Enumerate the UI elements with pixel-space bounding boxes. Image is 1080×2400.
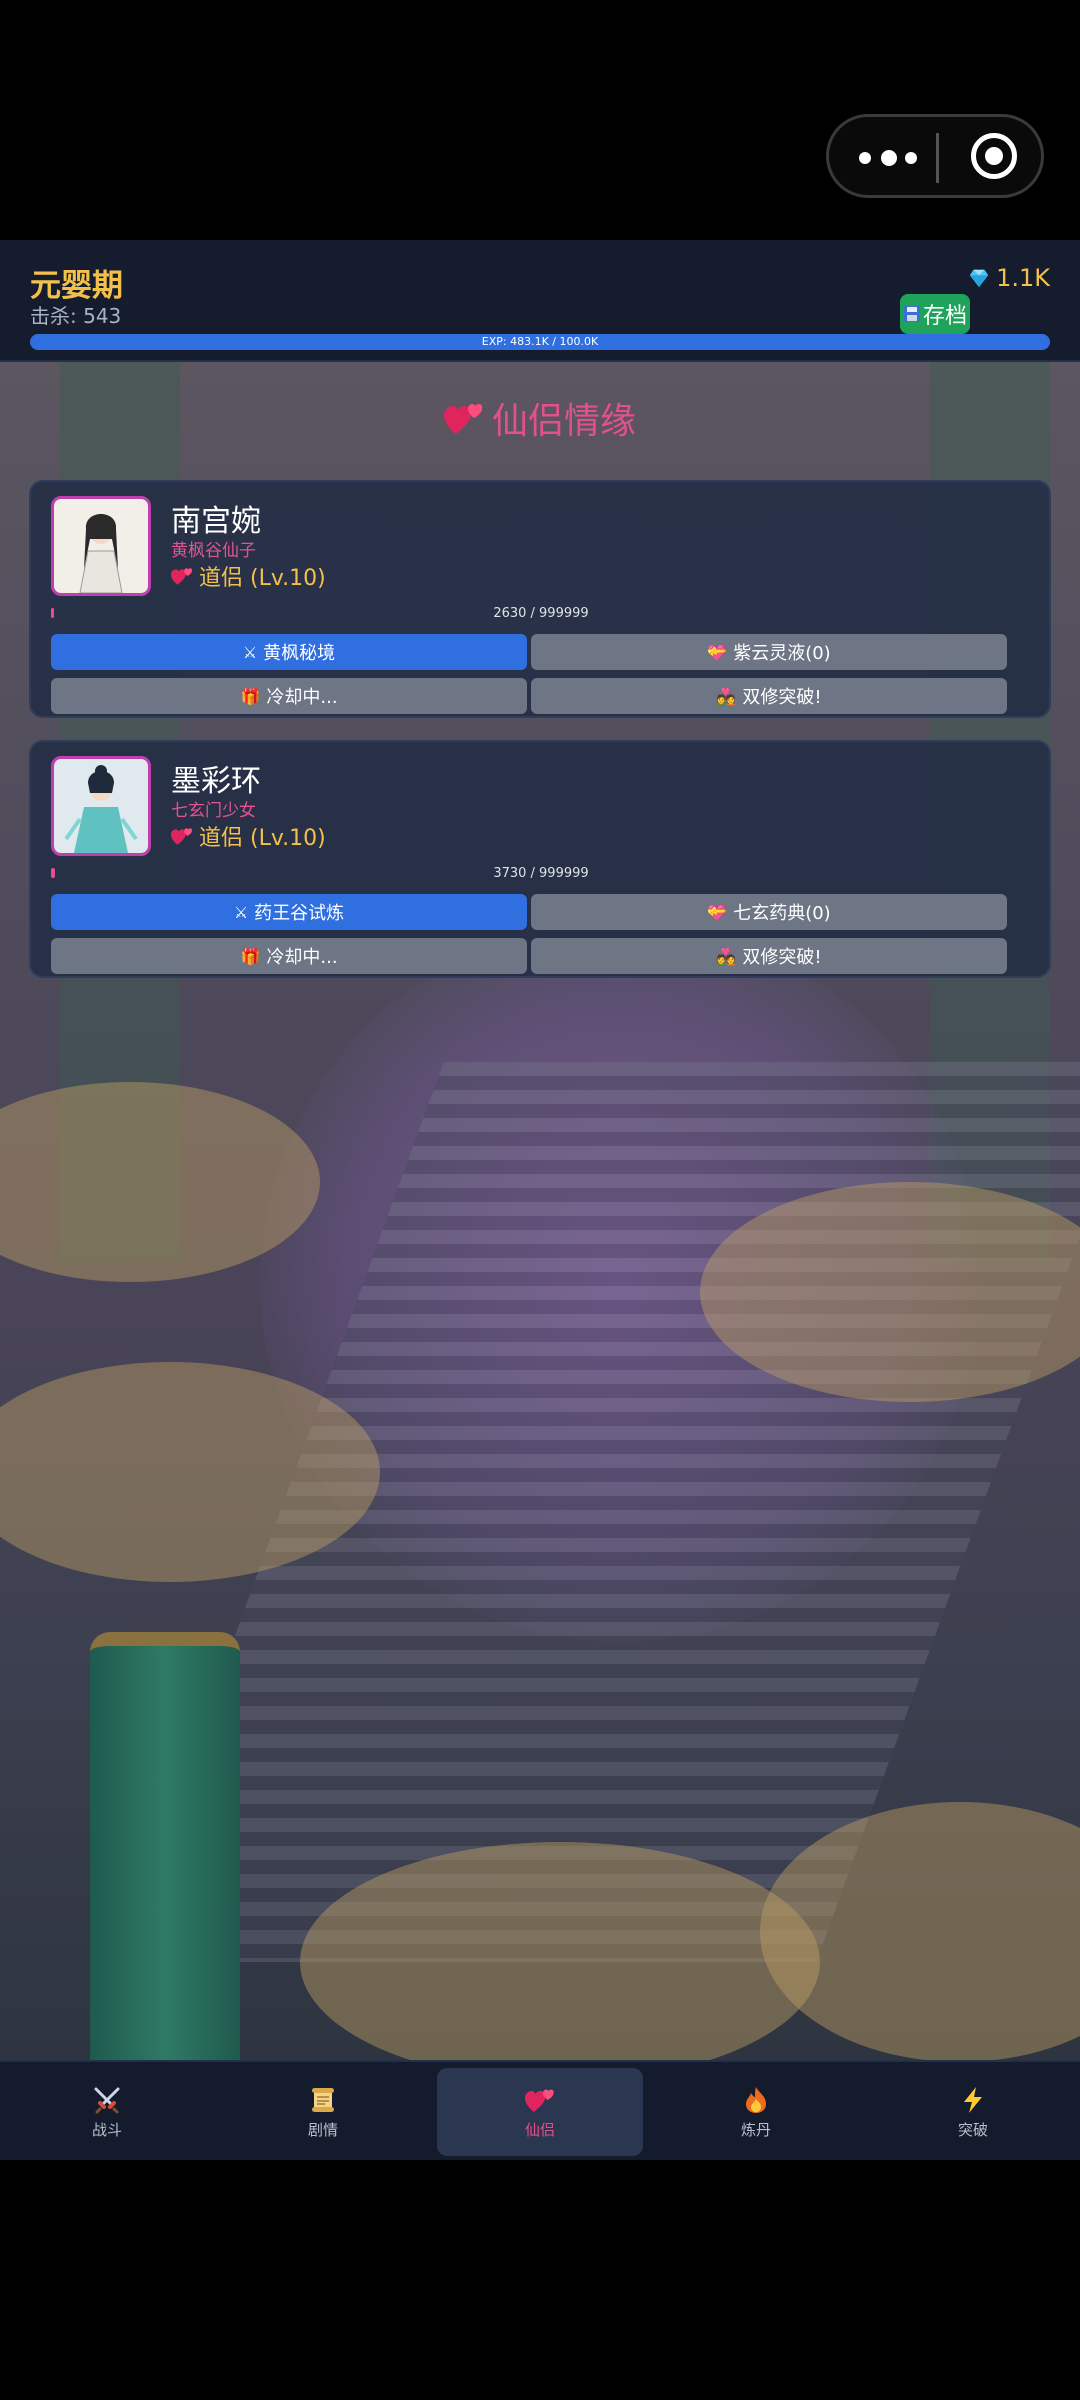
affection-value: 3730 / 999999 xyxy=(493,866,589,881)
companion-portrait-icon xyxy=(54,499,148,593)
save-label: 存档 xyxy=(922,304,967,329)
gift-cooldown-button[interactable]: 🎁 冷却中... xyxy=(51,938,527,974)
game-header: 元婴期 击杀: 543 1.1K 存档 EXP: 483.1K / 100.0K xyxy=(0,240,1080,362)
nav-tab-alchemy[interactable]: 炼丹 xyxy=(653,2068,859,2156)
system-bottom-area xyxy=(0,2160,1080,2400)
kill-count: 击杀: 543 xyxy=(30,304,122,328)
relationship-status: 道侣 (Lv.10) xyxy=(171,820,326,852)
two-hearts-icon xyxy=(443,404,483,434)
status-area xyxy=(0,0,1080,240)
scroll-icon xyxy=(312,2087,334,2112)
companion-title: 七玄门少女 xyxy=(171,801,256,821)
adventure-button[interactable]: ⚔ 黄枫秘境 xyxy=(51,634,527,670)
crossed-swords-icon xyxy=(94,2087,120,2113)
hearts-icon xyxy=(525,2089,554,2112)
companion-name: 南宫婉 xyxy=(171,504,261,539)
companion-name: 墨彩环 xyxy=(171,764,261,799)
affection-progress: 3730 / 999999 xyxy=(51,866,1031,881)
button-label: 七玄药典(0) xyxy=(733,903,831,924)
dual-cultivation-button[interactable]: 💑 双修突破! xyxy=(531,938,1007,974)
companion-avatar[interactable] xyxy=(51,756,151,856)
cultivation-realm: 元婴期 xyxy=(30,268,123,304)
nav-label: 战斗 xyxy=(91,2120,122,2139)
couple-icon: 💑 xyxy=(716,686,737,706)
exp-progress-bar: EXP: 483.1K / 100.0K xyxy=(30,334,1050,350)
companion-portrait-icon xyxy=(54,759,148,853)
dual-cultivation-button[interactable]: 💑 双修突破! xyxy=(531,678,1007,714)
companion-avatar[interactable] xyxy=(51,496,151,596)
miniprogram-capsule xyxy=(826,114,1044,198)
button-label: 紫云灵液(0) xyxy=(733,643,831,664)
crossed-swords-icon: ⚔ xyxy=(233,902,249,922)
lightning-icon xyxy=(964,2086,982,2113)
crossed-swords-icon: ⚔ xyxy=(242,642,258,662)
gem-amount: 1.1K xyxy=(996,264,1050,292)
nav-label: 炼丹 xyxy=(740,2120,771,2139)
gift-heart-icon: 💝 xyxy=(707,642,728,662)
fire-icon xyxy=(746,2086,766,2113)
close-miniprogram-icon[interactable] xyxy=(971,133,1017,179)
nav-tab-battle[interactable]: 战斗 xyxy=(4,2068,210,2156)
relationship-level: 道侣 (Lv.10) xyxy=(199,826,326,851)
companion-title: 黄枫谷仙子 xyxy=(171,541,256,561)
companion-card: 墨彩环 七玄门少女 道侣 (Lv.10) 3730 / 999999 ⚔ 药王谷… xyxy=(29,740,1051,978)
gift-item-button[interactable]: 💝 紫云灵液(0) xyxy=(531,634,1007,670)
adventure-button[interactable]: ⚔ 药王谷试炼 xyxy=(51,894,527,930)
relationship-status: 道侣 (Lv.10) xyxy=(171,560,326,592)
save-button[interactable]: 存档 xyxy=(900,294,970,334)
companion-card: 南宫婉 黄枫谷仙子 道侣 (Lv.10) 2630 / 999999 ⚔ 黄枫秘… xyxy=(29,480,1051,718)
more-menu-icon[interactable] xyxy=(859,143,929,173)
floppy-disk-icon xyxy=(903,306,920,322)
button-label: 冷却中... xyxy=(266,947,338,968)
button-label: 黄枫秘境 xyxy=(263,643,336,664)
gift-cooldown-button[interactable]: 🎁 冷却中... xyxy=(51,678,527,714)
jade-pillar xyxy=(90,1632,240,2060)
bottom-nav: 战斗 剧情 仙侣 炼丹 突破 xyxy=(0,2060,1080,2162)
nav-tab-companion[interactable]: 仙侣 xyxy=(437,2068,643,2156)
two-hearts-icon xyxy=(171,568,193,585)
button-label: 双修突破! xyxy=(742,947,822,968)
gem-balance: 1.1K xyxy=(968,264,1050,292)
button-label: 药王谷试炼 xyxy=(254,903,345,924)
gift-heart-icon: 💝 xyxy=(707,902,728,922)
nav-label: 剧情 xyxy=(307,2120,338,2139)
nav-label: 突破 xyxy=(957,2120,988,2139)
affection-value: 2630 / 999999 xyxy=(493,606,589,621)
nav-tab-breakthrough[interactable]: 突破 xyxy=(870,2068,1076,2156)
gift-box-icon: 🎁 xyxy=(240,946,261,966)
nav-tab-story[interactable]: 剧情 xyxy=(220,2068,426,2156)
page-title: 仙侣情缘 xyxy=(0,392,1080,444)
couple-icon: 💑 xyxy=(716,946,737,966)
affection-progress: 2630 / 999999 xyxy=(51,606,1031,621)
capsule-divider xyxy=(936,133,939,183)
exp-text: EXP: 483.1K / 100.0K xyxy=(481,335,599,348)
button-label: 冷却中... xyxy=(266,687,338,708)
page-title-text: 仙侣情缘 xyxy=(491,401,636,442)
button-label: 双修突破! xyxy=(742,687,822,708)
relationship-level: 道侣 (Lv.10) xyxy=(199,566,326,591)
two-hearts-icon xyxy=(171,828,193,845)
diamond-icon xyxy=(969,269,989,288)
gift-box-icon: 🎁 xyxy=(240,686,261,706)
gift-item-button[interactable]: 💝 七玄药典(0) xyxy=(531,894,1007,930)
nav-label: 仙侣 xyxy=(524,2120,555,2139)
